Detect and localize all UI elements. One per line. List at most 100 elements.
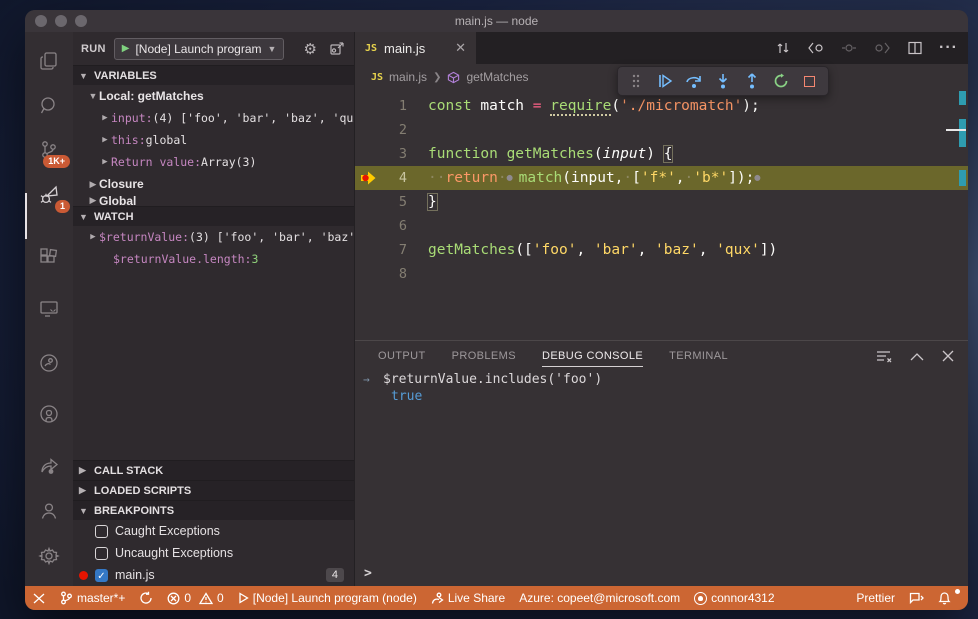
github-icon[interactable] [25,392,73,436]
start-debug-icon[interactable]: ▶ [122,43,130,54]
step-into-button[interactable] [711,69,735,93]
tab-output[interactable]: OUTPUT [378,350,426,362]
git-branch-status[interactable]: master*+ [53,586,132,610]
launch-status[interactable]: [Node] Launch program (node) [231,586,424,610]
breakpoint-dot-icon [79,570,88,580]
editor-group: JS main.js ✕ ··· JS main.js ❯ getMatches… [355,32,968,586]
extensions-icon[interactable] [25,235,73,279]
console-prompt-chevron[interactable]: > [364,566,372,581]
prettier-status[interactable]: Prettier [849,591,902,605]
step-out-button[interactable] [740,69,764,93]
launch-config-dropdown[interactable]: ▶ [Node] Launch program ▼ [113,37,285,60]
breakpoint-row[interactable]: ✓ main.js 4 [73,564,354,586]
settings-gear-icon[interactable] [25,534,73,578]
breakpoint-row[interactable]: Caught Exceptions [73,520,354,542]
problems-status[interactable]: 0 0 [160,586,230,610]
azure-account-label: Azure: copeet@microsoft.com [519,591,681,605]
title-bar[interactable]: main.js — node [25,10,968,32]
call-stack-section-header[interactable]: ▶ CALL STACK [73,460,354,480]
remote-indicator[interactable] [25,586,53,610]
code-line[interactable]: 1 const match = require('./micromatch'); [355,94,968,118]
call-stack-header-label: CALL STACK [94,464,164,477]
code-line[interactable]: 7 getMatches(['foo', 'bar', 'baz', 'qux']… [355,238,968,262]
sync-changes-button[interactable] [132,586,160,610]
continue-button[interactable] [653,69,677,93]
previous-change-button[interactable] [807,40,825,56]
step-over-button[interactable] [682,69,706,93]
breakpoint-label: Uncaught Exceptions [115,546,234,560]
stop-button[interactable] [797,69,821,93]
chevron-collapsed-icon: ▶ [90,232,96,242]
code-text: ··return·● match(input,·['f*',·'b*']);● [428,170,761,186]
watch-section-header[interactable]: ▼ WATCH [73,206,354,226]
breadcrumb-file[interactable]: main.js [389,70,427,84]
clear-console-icon[interactable] [875,349,892,364]
code-line[interactable]: 4 ··return·● match(input,·['f*',·'b*']);● [355,166,968,190]
scope-row[interactable]: ▼ Local: getMatches [73,85,354,107]
loaded-scripts-section-header[interactable]: ▶ LOADED SCRIPTS [73,480,354,500]
next-change-button[interactable] [873,40,891,56]
breakpoints-section-header[interactable]: ▼ BREAKPOINTS [73,500,354,520]
code-line[interactable]: 8 [355,262,968,286]
remote-explorer-icon[interactable] [25,287,73,331]
search-icon[interactable] [25,83,73,127]
global-scope-row[interactable]: ▶ Global [73,195,354,206]
variable-row[interactable]: ▶ input: (4) ['foo', 'bar', 'baz', 'qux'… [73,107,354,129]
variable-row[interactable]: ▶ Return value: Array(3) [73,151,354,173]
maximize-panel-icon[interactable] [910,352,924,361]
code-line[interactable]: 6 [355,214,968,238]
source-control-icon[interactable]: 1K+ [25,128,73,172]
split-editor-button[interactable] [907,40,923,56]
tab-problems[interactable]: PROBLEMS [452,350,516,362]
tab-terminal[interactable]: TERMINAL [669,350,728,362]
github-account-status[interactable]: connor4312 [687,586,781,610]
code-line[interactable]: 2 [355,118,968,142]
chevron-collapsed-icon: ▶ [79,485,86,495]
variable-row[interactable]: ▶ this: global [73,129,354,151]
code-line[interactable]: 3 function getMatches(input) { [355,142,968,166]
line-number: 6 [398,218,407,234]
checkbox-unchecked[interactable] [95,524,108,538]
breadcrumb-symbol[interactable]: getMatches [466,70,528,84]
ruler-modified-mark [959,170,966,186]
watch-row[interactable]: $returnValue.length: 3 [73,248,354,270]
closure-scope-row[interactable]: ▶ Closure [73,173,354,195]
status-bar: master*+ 0 0 [Node] Launch program (node… [25,586,968,610]
github-logo-icon [694,591,708,605]
azure-account-status[interactable]: Azure: copeet@microsoft.com [512,586,687,610]
live-share-icon[interactable] [25,342,73,386]
symbol-method-icon [448,71,460,83]
loaded-scripts-header-label: LOADED SCRIPTS [94,484,192,497]
explorer-icon[interactable] [25,39,73,83]
notifications-bell-icon[interactable] [931,589,960,605]
open-debug-console-icon[interactable] [329,40,346,57]
variables-section-header[interactable]: ▼ VARIABLES [73,65,354,85]
overview-ruler[interactable] [946,90,966,340]
code-line[interactable]: 5} [355,190,968,214]
code-editor[interactable]: 1 const match = require('./micromatch'); 2… [355,90,968,340]
live-share-status[interactable]: Live Share [424,586,512,610]
run-and-debug-icon[interactable]: 1 [25,172,73,216]
toolbar-drag-handle[interactable] [624,69,648,93]
chevron-expanded-icon: ▼ [79,505,88,516]
accounts-icon[interactable] [25,489,73,533]
javascript-file-icon: JS [371,71,384,83]
feedback-icon[interactable] [902,592,931,605]
tab-debug-console[interactable]: DEBUG CONSOLE [541,350,644,367]
current-line-breakpoint-icon[interactable] [355,170,381,186]
github-username: connor4312 [711,591,775,605]
watch-row[interactable]: ▶ $returnValue: (3) ['foo', 'bar', 'baz'… [73,226,354,248]
checkbox-checked[interactable]: ✓ [95,568,108,582]
debug-settings-gear-icon[interactable]: ⚙ [304,40,317,58]
scope-label: Local: getMatches [99,89,204,103]
close-panel-icon[interactable] [942,350,954,362]
launch-config-name: [Node] Launch program (node) [252,591,417,605]
checkbox-unchecked[interactable] [95,546,108,560]
more-actions-button[interactable]: ··· [939,39,958,57]
open-changes-icon[interactable] [775,40,791,56]
close-tab-icon[interactable]: ✕ [455,40,466,56]
breakpoint-row[interactable]: Uncaught Exceptions [73,542,354,564]
restart-button[interactable] [769,69,793,93]
tab-main-js[interactable]: JS main.js ✕ [355,32,476,64]
share-session-icon[interactable] [25,445,73,489]
